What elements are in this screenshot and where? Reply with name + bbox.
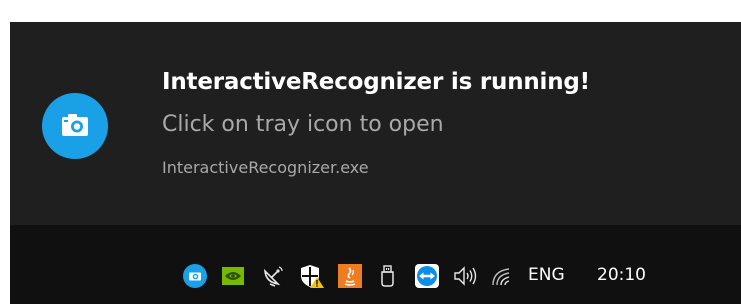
toast-body-text: Click on tray icon to open: [162, 112, 444, 137]
network-satellite-icon[interactable]: [260, 263, 286, 289]
nvidia-icon[interactable]: [220, 263, 246, 289]
toast-attribution: InteractiveRecognizer.exe: [162, 158, 369, 177]
toast-notification[interactable]: InteractiveRecognizer is running! Click …: [10, 22, 741, 225]
taskbar: ENG 20:10: [10, 225, 741, 304]
wifi-icon[interactable]: [489, 263, 515, 289]
usb-device-icon[interactable]: [376, 263, 402, 289]
java-icon[interactable]: [337, 263, 363, 289]
taskbar-clock[interactable]: 20:10: [597, 265, 646, 285]
desktop-screen: InteractiveRecognizer is running! Click …: [0, 0, 741, 304]
interactive-recognizer-camera-icon[interactable]: [182, 263, 208, 289]
speaker-volume-icon[interactable]: [452, 263, 478, 289]
teamviewer-icon[interactable]: [414, 263, 440, 289]
camera-icon: [42, 93, 108, 159]
toast-title: InteractiveRecognizer is running!: [162, 69, 590, 95]
language-indicator[interactable]: ENG: [528, 265, 565, 285]
system-tray: ENG 20:10: [10, 225, 741, 304]
windows-defender-warning-icon[interactable]: [299, 263, 325, 289]
